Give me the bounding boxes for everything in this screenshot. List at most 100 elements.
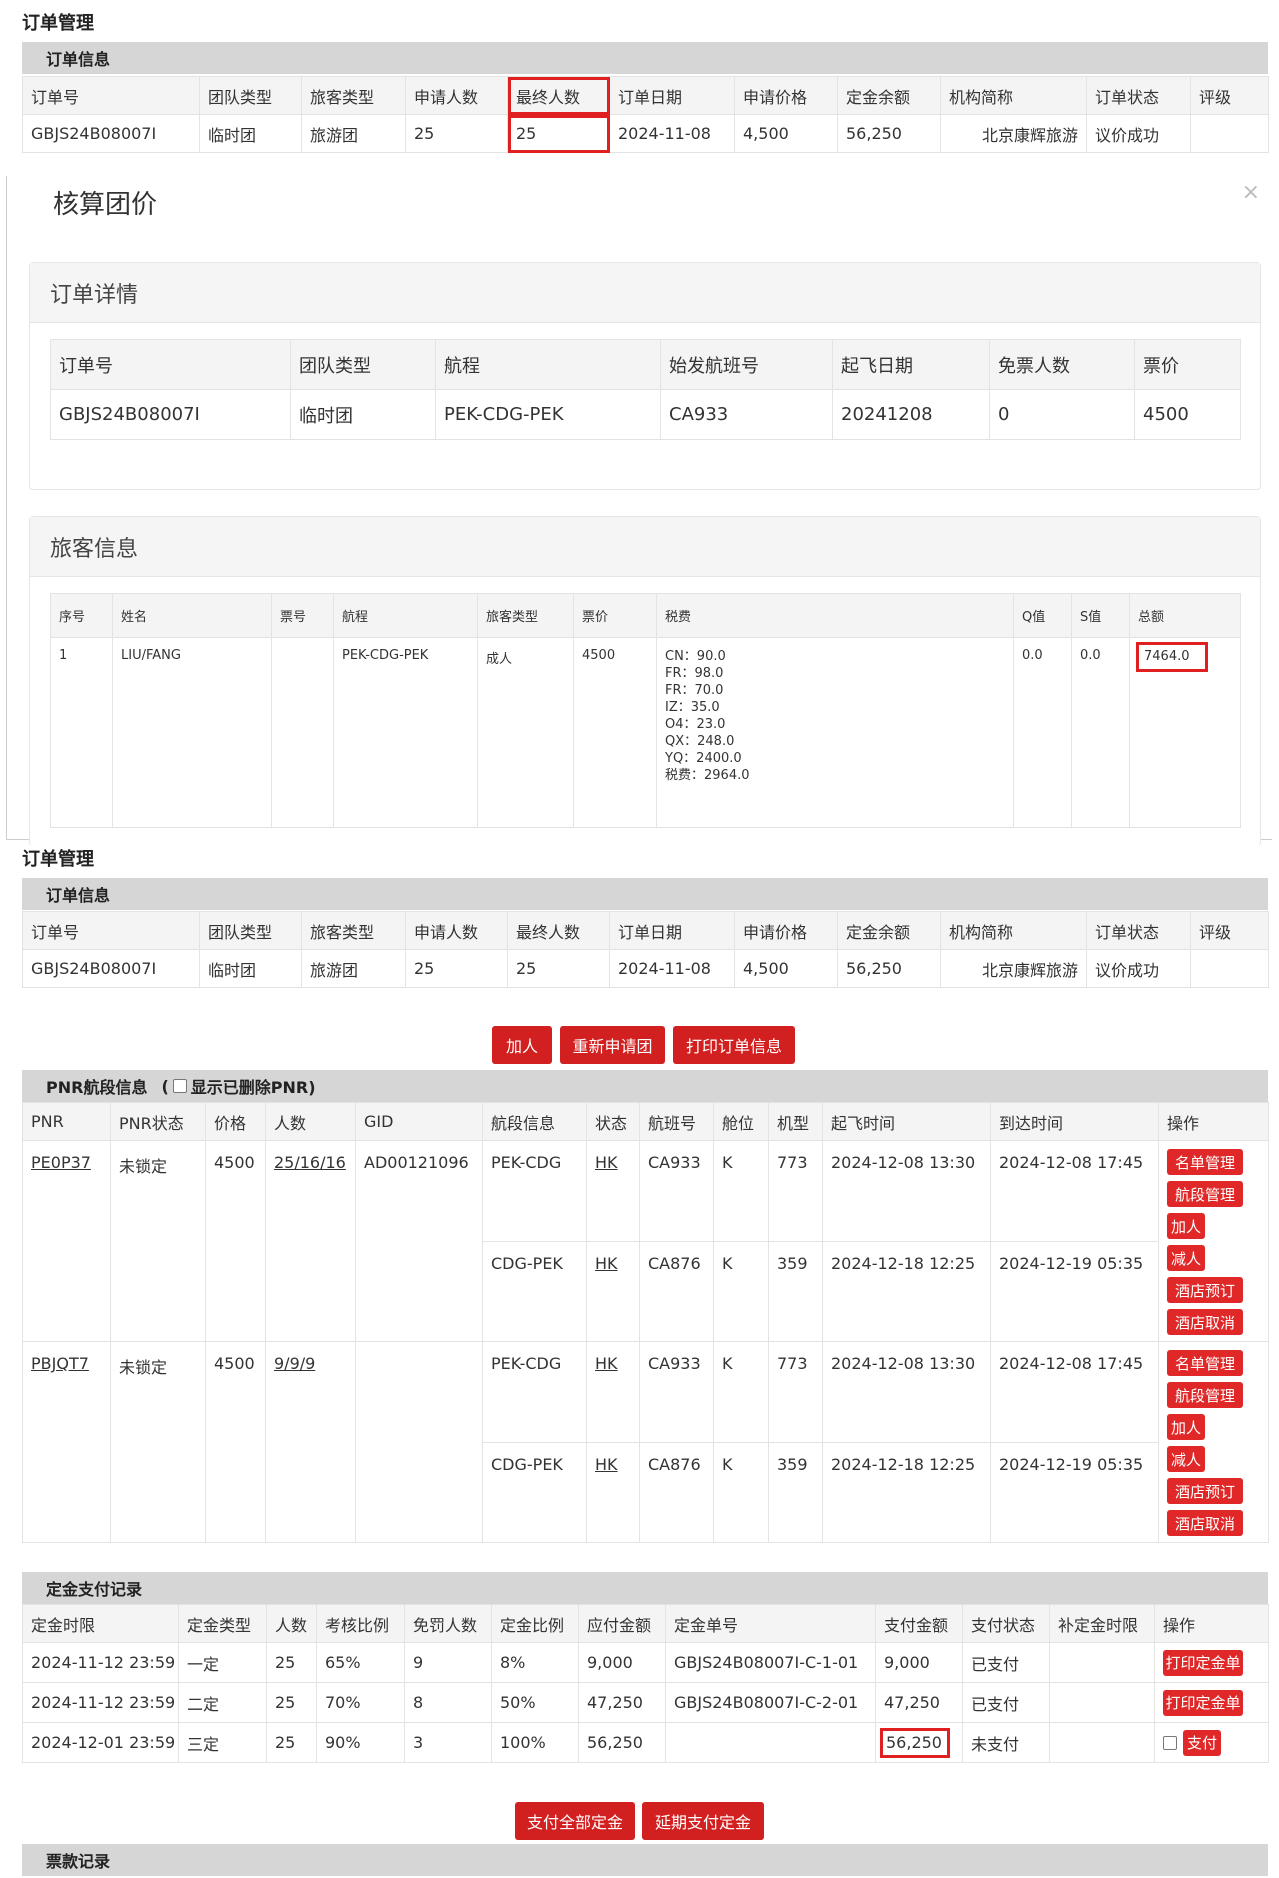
remove-person-button[interactable]: 减人 xyxy=(1167,1446,1205,1472)
pnr-title: PNR航段信息 xyxy=(46,1078,148,1097)
pnr-ops: 名单管理航段管理加人减人酒店预订酒店取消 xyxy=(1158,1140,1269,1342)
tax-item: IZ：35.0 xyxy=(665,700,720,715)
segment-status-link[interactable]: HK xyxy=(595,1455,618,1474)
pnr-cell-gid xyxy=(355,1341,483,1543)
tax-item: O4：23.0 xyxy=(665,717,726,732)
segment-cell-flight: CA933 xyxy=(639,1140,714,1242)
segment-cell-st: HK xyxy=(586,1140,640,1242)
name-list-button[interactable]: 名单管理 xyxy=(1167,1149,1243,1175)
segment-cell-dep: 2024-12-18 12:25 xyxy=(822,1441,991,1543)
tax-item: YQ：2400.0 xyxy=(665,751,742,766)
passenger-cell xyxy=(271,637,334,828)
delay-deposit-button[interactable]: 延期支付定金 xyxy=(642,1802,764,1840)
pnr-link[interactable]: PBJQT7 xyxy=(31,1354,89,1373)
deposit-cell: 2024-11-12 23:59 xyxy=(22,1682,179,1723)
detail-cell: 20241208 xyxy=(832,389,990,440)
table-row: 2024-11-12 23:59 二定 25 70% 8 50% 47,250 GBJS24B… xyxy=(22,1682,1269,1723)
pay-button[interactable]: 支付 xyxy=(1183,1729,1221,1756)
order-cell: 25 xyxy=(405,114,508,153)
order-action-buttons: 加人 重新申请团 打印订单信息 xyxy=(492,1026,795,1064)
segment-cell-cabin: K xyxy=(713,1240,769,1342)
add-person-button[interactable]: 加人 xyxy=(492,1026,552,1064)
order-header-cell: 团队类型 xyxy=(199,76,302,115)
order-cell: 旅游团 xyxy=(301,949,406,988)
order-cell: 议价成功 xyxy=(1086,949,1191,988)
segment-manage-button[interactable]: 航段管理 xyxy=(1167,1181,1243,1207)
table-row: 2024-12-01 23:59 三定 25 90% 3 100% 56,250 56,250… xyxy=(22,1722,1269,1763)
show-deleted-label: 显示已删除PNR) xyxy=(190,1078,316,1097)
pay-all-deposit-button[interactable]: 支付全部定金 xyxy=(515,1802,635,1840)
deposit-header-cell: 支付状态 xyxy=(962,1604,1050,1643)
tax-item: FR：70.0 xyxy=(665,683,724,698)
segment-cell-seg: CDG-PEK xyxy=(482,1240,587,1342)
tax-item: 税费：2964.0 xyxy=(665,768,750,783)
order-cell: 25 xyxy=(507,114,610,153)
deposit-cell xyxy=(1049,1722,1155,1763)
deposit-bar: 定金支付记录 xyxy=(22,1572,1268,1604)
pnr-count-link[interactable]: 9/9/9 xyxy=(274,1354,315,1373)
order-header-cell: 订单日期 xyxy=(609,911,735,950)
detail-cell: 临时团 xyxy=(290,389,436,440)
show-deleted-checkbox[interactable] xyxy=(172,1079,187,1093)
deposit-cell: 8 xyxy=(404,1682,492,1723)
deposit-title: 定金支付记录 xyxy=(46,1580,143,1599)
deposit-header-cell: 考核比例 xyxy=(316,1604,405,1643)
order-cell: 临时团 xyxy=(199,949,302,988)
pnr-header-cell: 起飞时间 xyxy=(822,1102,991,1141)
pnr-cell-pnr: PBJQT7 xyxy=(22,1341,111,1543)
passenger-info-panel: 旅客信息 序号 姓名 票号 航程 旅客类型 票价 税费 Q值 S值 总额 1 LIU/FANG PEK… xyxy=(29,516,1261,846)
print-order-button[interactable]: 打印订单信息 xyxy=(673,1026,795,1064)
segment-status-link[interactable]: HK xyxy=(595,1254,618,1273)
deposit-header-cell: 定金比例 xyxy=(491,1604,579,1643)
pnr-count-link[interactable]: 25/16/16 xyxy=(274,1153,346,1172)
segment-status-link[interactable]: HK xyxy=(595,1354,618,1373)
hotel-cancel-button[interactable]: 酒店取消 xyxy=(1167,1309,1243,1335)
close-icon[interactable]: × xyxy=(1242,180,1260,205)
hotel-book-button[interactable]: 酒店预订 xyxy=(1167,1478,1243,1504)
pay-checkbox[interactable] xyxy=(1163,1735,1177,1750)
reapply-group-button[interactable]: 重新申请团 xyxy=(560,1026,665,1064)
order-cell: GBJS24B08007I xyxy=(22,949,200,988)
detail-cell: 0 xyxy=(989,389,1135,440)
pnr-header-cell: 舱位 xyxy=(713,1102,769,1141)
deposit-header-cell: 定金单号 xyxy=(665,1604,876,1643)
segment-cell-st: HK xyxy=(586,1240,640,1342)
segment-cell-dep: 2024-12-18 12:25 xyxy=(822,1240,991,1342)
deposit-cell: GBJS24B08007I-C-2-01 xyxy=(665,1682,876,1723)
hotel-cancel-button[interactable]: 酒店取消 xyxy=(1167,1510,1243,1536)
deposit-op: 打印定金单 xyxy=(1154,1642,1269,1683)
pnr-cell-gid: AD00121096 xyxy=(355,1140,483,1342)
remove-person-button[interactable]: 减人 xyxy=(1167,1245,1205,1271)
deposit-cell: 8% xyxy=(491,1642,579,1683)
order-cell: 56,250 xyxy=(837,114,941,153)
pnr-header-cell: 到达时间 xyxy=(990,1102,1159,1141)
order-header-cell: 评级 xyxy=(1190,76,1269,115)
segment-status-link[interactable]: HK xyxy=(595,1153,618,1172)
segment-manage-button[interactable]: 航段管理 xyxy=(1167,1382,1243,1408)
print-deposit-button[interactable]: 打印定金单 xyxy=(1163,1649,1243,1676)
pnr-link[interactable]: PE0P37 xyxy=(31,1153,91,1172)
add-person-button[interactable]: 加人 xyxy=(1167,1213,1205,1239)
pnr-header-cell: PNR状态 xyxy=(110,1102,206,1141)
passenger-cell: 0.0 xyxy=(1013,637,1072,828)
total-amount: 7464.0 xyxy=(1136,642,1208,672)
order-header-cell: 团队类型 xyxy=(199,911,302,950)
deposit-header-cell: 应付金额 xyxy=(578,1604,666,1643)
print-deposit-button[interactable]: 打印定金单 xyxy=(1163,1689,1243,1716)
segment-cell-cabin: K xyxy=(713,1140,769,1242)
deposit-cell: 56,250 xyxy=(875,1722,963,1763)
name-list-button[interactable]: 名单管理 xyxy=(1167,1350,1243,1376)
deposit-cell: 65% xyxy=(316,1642,405,1683)
deposit-cell: 47,250 xyxy=(578,1682,666,1723)
order-cell: 25 xyxy=(405,949,508,988)
order-cell: 56,250 xyxy=(837,949,941,988)
passenger-header-cell: 票号 xyxy=(271,593,334,638)
add-person-button[interactable]: 加人 xyxy=(1167,1414,1205,1440)
order-header-cell: 评级 xyxy=(1190,911,1269,950)
hotel-book-button[interactable]: 酒店预订 xyxy=(1167,1277,1243,1303)
segment-cell-flight: CA933 xyxy=(639,1341,714,1443)
order-header-cell: 定金余额 xyxy=(837,911,941,950)
order-header-cell: 旅客类型 xyxy=(301,76,406,115)
order-cell: 议价成功 xyxy=(1086,114,1191,153)
segment-cell-flight: CA876 xyxy=(639,1240,714,1342)
